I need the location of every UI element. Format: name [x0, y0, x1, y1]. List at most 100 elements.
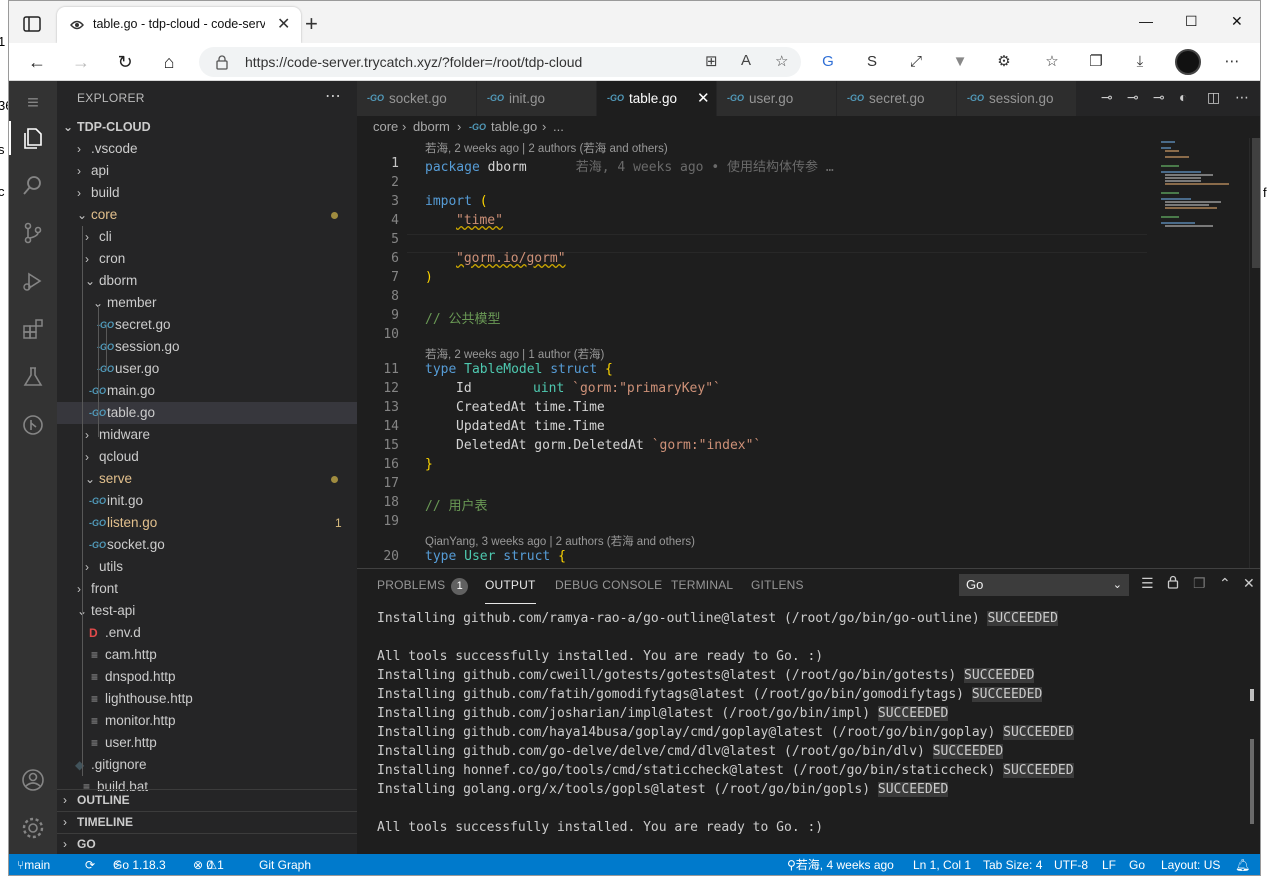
sync-icon[interactable]: ⟳ [85, 854, 95, 875]
tree-folder[interactable]: ⌄ core [57, 204, 357, 226]
tree-folder[interactable]: ⌄ serve [57, 468, 357, 490]
editor-tab[interactable]: -GO table.go ✕ [597, 81, 717, 116]
collections-icon[interactable]: ❐ [1085, 51, 1107, 73]
tree-file[interactable]: -GO secret.go [57, 314, 357, 336]
app-available-icon[interactable]: ⊞ [705, 52, 718, 70]
breadcrumb-file[interactable]: table.go [491, 116, 537, 138]
tab-problems[interactable]: PROBLEMS 1 [377, 569, 469, 604]
profile-avatar[interactable] [1175, 49, 1201, 75]
clear-output-icon[interactable]: ☰ [1141, 575, 1154, 592]
tree-folder[interactable]: ⌄ member [57, 292, 357, 314]
read-aloud-icon[interactable]: A [741, 52, 751, 69]
home-icon[interactable]: ⌂ [157, 50, 181, 74]
codelens-authors[interactable]: 若海, 2 weeks ago | 1 author (若海) [425, 346, 604, 362]
address-bar[interactable]: https://code-server.trycatch.xyz/?folder… [199, 47, 801, 77]
gitlens-compare-icon[interactable]: ⊸ [1101, 89, 1113, 106]
tree-file[interactable]: -GOtable.go [57, 402, 357, 424]
forward-icon[interactable]: → [69, 50, 93, 74]
source-control-icon[interactable] [19, 221, 47, 249]
go-version-status[interactable]: Go 1.18.3 ⚡ [113, 854, 166, 875]
run-debug-icon[interactable] [19, 269, 47, 297]
lock-scroll-icon[interactable] [1167, 575, 1179, 592]
editor-tab[interactable]: -GO session.go [957, 81, 1077, 116]
tree-file[interactable]: -GOmain.go [57, 380, 357, 402]
tree-file[interactable]: ≡ lighthouse.http [57, 688, 357, 710]
blame-status[interactable]: ⚲ 若海, 4 weeks ago [787, 854, 894, 875]
more-menu-icon[interactable]: ⋯ [1221, 51, 1243, 73]
editor-tab[interactable]: -GO init.go [477, 81, 597, 116]
tree-folder[interactable]: › cron [57, 248, 357, 270]
editor-tab[interactable]: -GO secret.go [837, 81, 957, 116]
minimap[interactable] [1149, 138, 1249, 568]
tree-file[interactable]: ≡ dnspod.http [57, 666, 357, 688]
notifications-icon[interactable]: 🔔︎ [1235, 854, 1250, 875]
open-log-icon[interactable]: ❐ [1193, 575, 1206, 592]
editor-tab[interactable]: -GO user.go [717, 81, 837, 116]
codelens-authors[interactable]: QianYang, 3 weeks ago | 2 authors (若海 an… [425, 533, 695, 549]
tree-root-folder[interactable]: ⌄ TDP-CLOUD [57, 116, 357, 138]
back-icon[interactable]: ← [25, 50, 49, 74]
tree-folder[interactable]: › .vscode [57, 138, 357, 160]
tab-debug-console[interactable]: DEBUG CONSOLE [555, 569, 662, 604]
go-section[interactable]: › GO [57, 833, 357, 854]
git-graph-status[interactable]: Git Graph [259, 854, 311, 875]
maximize-panel-icon[interactable]: ⌃ [1219, 575, 1231, 592]
panel-scrollbar-thumb[interactable] [1250, 739, 1254, 824]
output-channel-select[interactable]: Go ⌄ [959, 574, 1129, 596]
vue-devtools-icon[interactable]: ▼ [949, 51, 971, 73]
cursor-position[interactable]: Ln 1, Col 1 [913, 854, 971, 875]
accounts-icon[interactable] [19, 767, 47, 795]
settings-gear-icon[interactable] [19, 815, 47, 843]
tree-folder[interactable]: › api [57, 160, 357, 182]
explorer-icon[interactable] [19, 125, 47, 153]
tab-terminal[interactable]: TERMINAL [671, 569, 733, 604]
close-editor-icon[interactable]: ✕ [697, 81, 710, 116]
tree-folder[interactable]: › midware [57, 424, 357, 446]
search-icon[interactable] [19, 173, 47, 201]
browser-tab-active[interactable]: table.go - tdp-cloud - code-server ✕ [57, 7, 301, 43]
testing-icon[interactable] [19, 365, 47, 393]
extensions-view-icon[interactable] [19, 317, 47, 345]
tab-actions-icon[interactable] [21, 13, 43, 35]
eol-status[interactable]: LF [1102, 854, 1116, 875]
gitlens-prev-icon[interactable]: ⊸ [1127, 89, 1139, 106]
editor-scrollbar[interactable] [1249, 138, 1260, 568]
encoding-status[interactable]: UTF-8 [1054, 854, 1088, 875]
translate-extension-icon[interactable]: G [817, 51, 839, 73]
tree-file[interactable]: -GO socket.go [57, 534, 357, 556]
code-editor[interactable]: 若海, 2 weeks ago | 2 authors (若海 and othe… [357, 138, 1149, 568]
tree-file[interactable]: -GOuser.go [57, 358, 357, 380]
tab-gitlens[interactable]: GITLENS [751, 569, 804, 604]
close-panel-icon[interactable]: ✕ [1243, 575, 1255, 592]
git-graph-icon[interactable] [19, 413, 47, 441]
branch-status[interactable]: ⑂ main [17, 854, 50, 875]
favorites-icon[interactable]: ☆ [1041, 51, 1063, 73]
maximize-icon[interactable]: ☐ [1185, 13, 1198, 30]
tree-file[interactable]: ≡ user.http [57, 732, 357, 754]
close-tab-icon[interactable]: ✕ [277, 14, 290, 34]
lock-icon[interactable] [215, 54, 229, 70]
tree-folder[interactable]: › build [57, 182, 357, 204]
breadcrumb-core[interactable]: core [373, 116, 398, 138]
tree-folder[interactable]: ⌄ dborm [57, 270, 357, 292]
tree-folder[interactable]: › utils [57, 556, 357, 578]
menu-icon[interactable]: ≡ [19, 89, 47, 117]
breadcrumb-dborm[interactable]: dborm [413, 116, 450, 138]
tree-file[interactable]: -GOsession.go [57, 336, 357, 358]
outline-section[interactable]: › OUTLINE [57, 789, 357, 811]
breadcrumb-symbol[interactable]: ... [553, 116, 564, 138]
tree-file[interactable]: ≡ cam.http [57, 644, 357, 666]
problems-status[interactable]: ⊗ 0 ⚠ 1 [193, 854, 224, 875]
editor-tab[interactable]: -GO socket.go [357, 81, 477, 116]
editor-more-icon[interactable]: ⋯ [1235, 89, 1249, 106]
gitlens-next-icon[interactable]: ⊸ [1153, 89, 1165, 106]
new-tab-icon[interactable]: + [305, 11, 318, 37]
refresh-icon[interactable]: ↻ [113, 50, 137, 74]
codelens-authors[interactable]: 若海, 2 weeks ago | 2 authors (若海 and othe… [425, 140, 668, 156]
git-graph-editor-icon[interactable]: ◐ [1179, 89, 1187, 105]
language-status[interactable]: Go [1129, 854, 1145, 875]
tree-file[interactable]: ≡ monitor.http [57, 710, 357, 732]
tree-folder[interactable]: › qcloud [57, 446, 357, 468]
tree-folder[interactable]: › cli [57, 226, 357, 248]
tab-size-status[interactable]: Tab Size: 4 [983, 854, 1042, 875]
